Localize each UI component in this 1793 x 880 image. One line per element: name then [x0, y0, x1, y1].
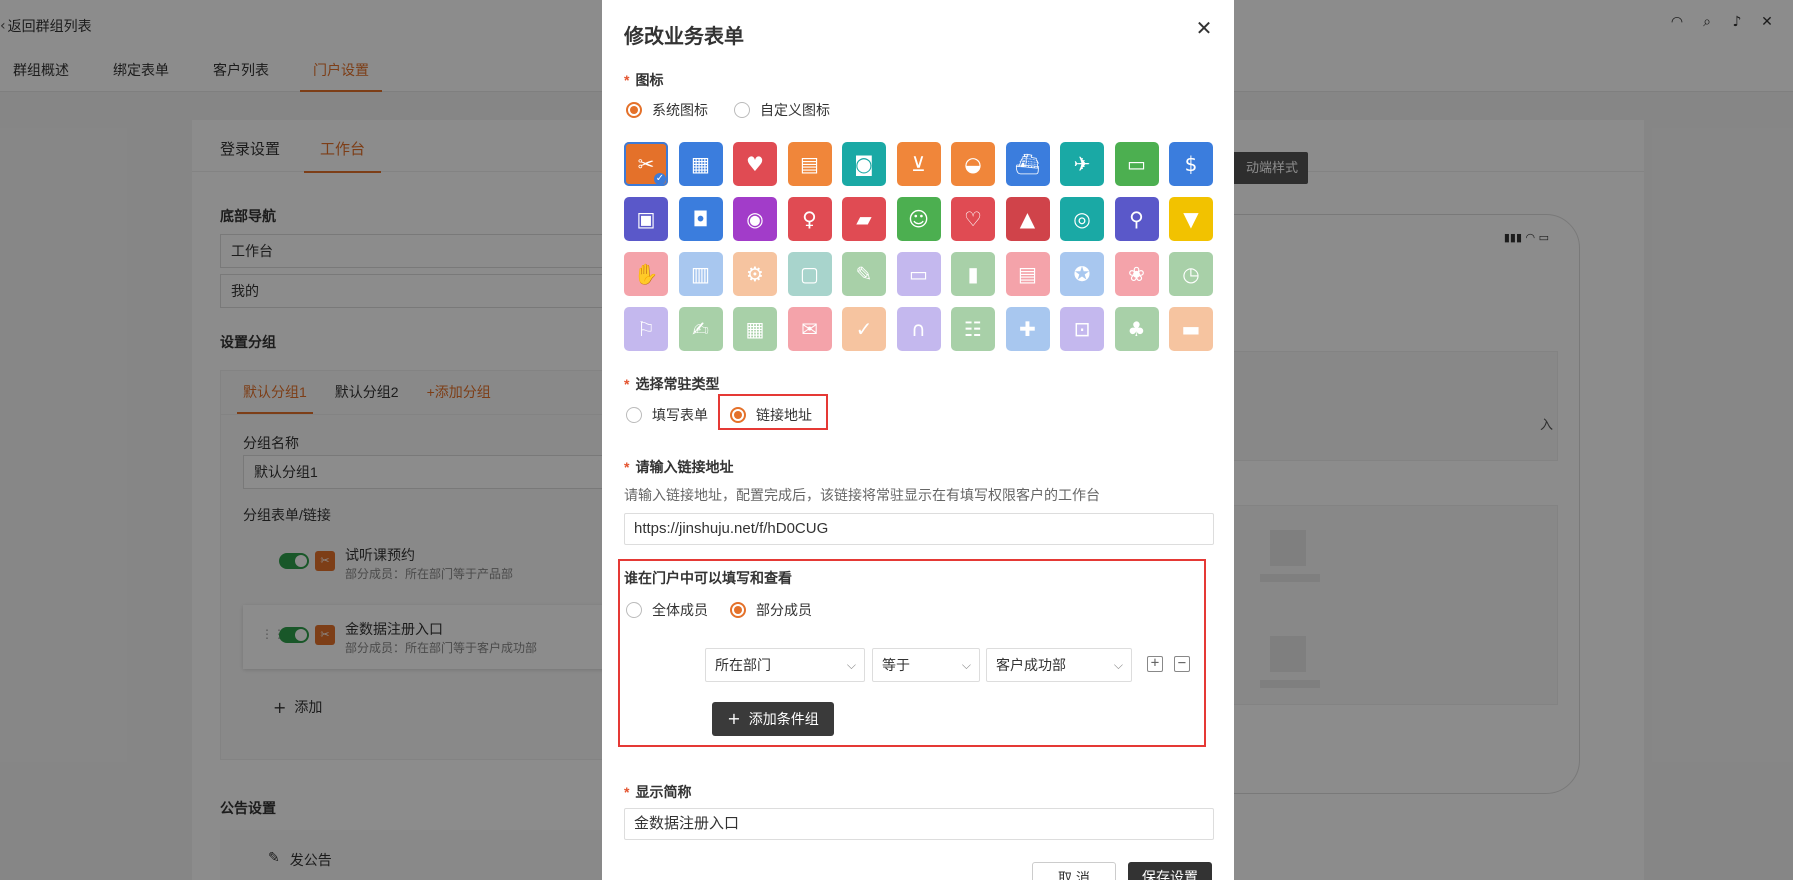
- chevron-down-icon: ⌵: [1113, 658, 1123, 672]
- url-hint: 请输入链接地址，配置完成后，该链接将常驻显示在有填写权限客户的工作台: [624, 487, 1100, 503]
- condition-field-select[interactable]: 所在部门 ⌵: [705, 648, 865, 682]
- modal-title: 修改业务表单: [624, 26, 744, 48]
- handshake-icon[interactable]: ✋: [624, 252, 668, 296]
- icon-grid: ✂ ✓ ▦ ♥ ▤ ◙ ⊻ ◒ ⛴ ✈ ▭ $ ▣ ◘ ◉ ♀ ▰ ☺ ♡ ▲ ◎ ⚲ ▼ ✋ ▥ ⚙ ▢ ✎ ▭ ▮ ▤ ✪ ❀ ◷ ⚐ ✍ ▦ ✉ ✓ ∩…: [624, 142, 1224, 351]
- icon-source-radios: 系统图标 自定义图标: [626, 100, 856, 120]
- highlight-box-link-type: [718, 394, 828, 430]
- computer-icon[interactable]: ▭: [896, 252, 941, 296]
- chevron-down-icon: ⌵: [961, 658, 971, 672]
- plus-icon: +: [727, 709, 741, 728]
- close-icon[interactable]: ✕: [1194, 18, 1214, 38]
- tools-icon[interactable]: ⚙: [733, 252, 777, 296]
- graduation-cap-icon[interactable]: ▲: [1005, 197, 1050, 241]
- camera-icon[interactable]: ◎: [1060, 197, 1104, 241]
- person-icon[interactable]: ☺: [896, 197, 941, 241]
- factory-icon[interactable]: ▦: [678, 142, 723, 186]
- book-icon[interactable]: ▭: [1114, 142, 1159, 186]
- gamepad-icon[interactable]: ✚: [1005, 307, 1050, 351]
- cart-icon[interactable]: ⊻: [896, 142, 941, 186]
- radio-system-icon[interactable]: 系统图标: [626, 100, 708, 120]
- tree-icon[interactable]: ♣: [1114, 307, 1159, 351]
- fork-knife-icon[interactable]: ✂ ✓: [624, 142, 668, 186]
- chart-icon[interactable]: ▥: [678, 252, 723, 296]
- toggle-icon[interactable]: ▬: [1169, 307, 1213, 351]
- stationery-icon[interactable]: ✎: [842, 252, 886, 296]
- radio-all-members[interactable]: 全体成员: [626, 600, 708, 620]
- condition-operator-select[interactable]: 等于 ⌵: [872, 648, 980, 682]
- cancel-button[interactable]: 取 消: [1032, 862, 1116, 880]
- visibility-label: 谁在门户中可以填写和查看: [624, 570, 792, 586]
- camera-app-icon[interactable]: ◉: [733, 197, 777, 241]
- presentation-icon[interactable]: ▢: [787, 252, 832, 296]
- dress-icon[interactable]: ♀: [787, 197, 832, 241]
- short-name-input[interactable]: 金数据注册入口: [624, 808, 1214, 840]
- building-icon[interactable]: ▦: [733, 307, 777, 351]
- condition-value-select[interactable]: 客户成功部 ⌵: [986, 648, 1132, 682]
- bicycle-icon[interactable]: ⚲: [1114, 197, 1159, 241]
- add-condition-group-button[interactable]: + 添加条件组: [712, 702, 834, 736]
- heart-icon[interactable]: ♥: [733, 142, 777, 186]
- gift-icon[interactable]: ✉: [787, 307, 832, 351]
- bus-icon[interactable]: ▣: [624, 197, 668, 241]
- document-icon[interactable]: ▤: [787, 142, 832, 186]
- laurel-icon[interactable]: ❀: [1114, 252, 1159, 296]
- type-field-label: * 选择常驻类型: [624, 376, 720, 392]
- save-button[interactable]: 保存设置: [1128, 862, 1212, 880]
- location-icon[interactable]: ⚐: [624, 307, 668, 351]
- bowl-icon[interactable]: ◒: [951, 142, 995, 186]
- lock-icon[interactable]: ⊡: [1060, 307, 1104, 351]
- radio-fill-form[interactable]: 填写表单: [626, 405, 708, 425]
- edit-form-modal: 修改业务表单 ✕ * 图标 系统图标 自定义图标 ✂ ✓ ▦ ♥ ▤ ◙ ⊻ ◒ ⛴ ✈ ▭ $ ▣ ◘ ◉ ♀…: [602, 0, 1234, 880]
- bottle-icon[interactable]: ▮: [951, 252, 995, 296]
- tshirt-icon[interactable]: ▼: [1169, 197, 1213, 241]
- medal-icon[interactable]: ✪: [1060, 252, 1104, 296]
- icon-field-label: * 图标: [624, 72, 664, 88]
- cake-icon[interactable]: ▰: [842, 197, 886, 241]
- ship-icon[interactable]: ⛴: [1005, 142, 1050, 186]
- chevron-down-icon: ⌵: [846, 658, 856, 672]
- chat-icon[interactable]: ☷: [951, 307, 995, 351]
- url-input[interactable]: https://jinshuju.net/f/hD0CUG: [624, 513, 1214, 545]
- visibility-radios: 全体成员 部分成员: [626, 600, 838, 620]
- radio-custom-icon[interactable]: 自定义图标: [734, 100, 830, 120]
- heart-hand-icon[interactable]: ♡: [951, 197, 995, 241]
- arch-icon[interactable]: ∩: [896, 307, 941, 351]
- plane-icon[interactable]: ✈: [1060, 142, 1104, 186]
- check-icon: ✓: [654, 173, 666, 185]
- add-condition-icon[interactable]: +: [1147, 656, 1163, 672]
- short-name-field-label: * 显示简称: [624, 784, 692, 800]
- register-icon[interactable]: ✍: [678, 307, 723, 351]
- message-icon[interactable]: ✓: [842, 307, 886, 351]
- dollar-icon[interactable]: $: [1169, 142, 1213, 186]
- drink-icon[interactable]: ◙: [842, 142, 886, 186]
- remove-condition-icon[interactable]: −: [1174, 656, 1190, 672]
- radio-some-members[interactable]: 部分成员: [730, 600, 812, 620]
- gallery-icon[interactable]: ▤: [1005, 252, 1050, 296]
- taxi-icon[interactable]: ◘: [678, 197, 723, 241]
- url-field-label: * 请输入链接地址: [624, 459, 734, 475]
- cup-icon[interactable]: ◷: [1169, 252, 1213, 296]
